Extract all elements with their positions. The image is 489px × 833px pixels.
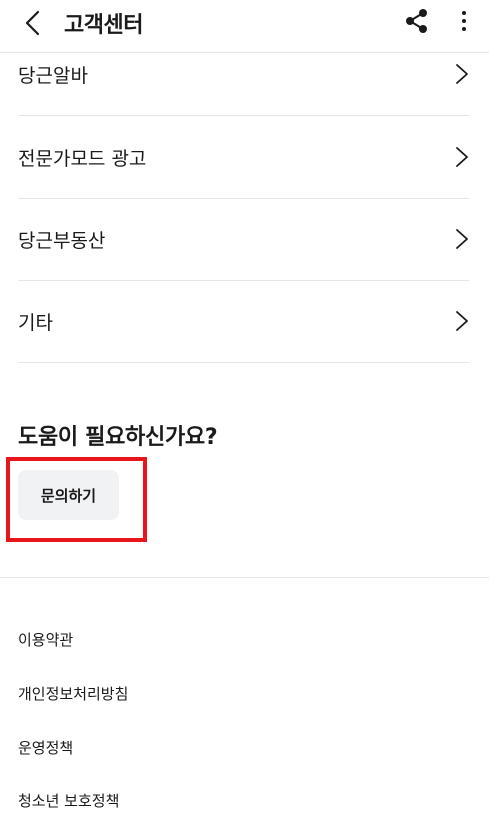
section-divider — [0, 577, 489, 578]
chevron-right-icon — [456, 64, 468, 84]
chevron-right-icon — [456, 229, 468, 249]
chevron-right-icon — [456, 147, 468, 167]
footer-link-youth-protection[interactable]: 청소년 보호정책 — [18, 790, 119, 811]
menu-item-danggeun-alba[interactable]: 당근알바 — [18, 33, 469, 116]
more-vertical-icon — [462, 11, 466, 31]
footer-link-terms[interactable]: 이용약관 — [18, 629, 73, 650]
menu-item-real-estate[interactable]: 당근부동산 — [18, 198, 469, 281]
menu-item-label: 당근부동산 — [18, 230, 106, 252]
more-options-button[interactable] — [452, 6, 476, 36]
share-icon — [406, 9, 427, 33]
menu-item-label: 기타 — [18, 312, 53, 334]
menu-item-other[interactable]: 기타 — [18, 280, 469, 363]
footer-link-operation-policy[interactable]: 운영정책 — [18, 737, 73, 758]
chevron-right-icon — [456, 311, 468, 331]
menu-item-label: 전문가모드 광고 — [18, 148, 147, 170]
menu-item-label: 당근알바 — [18, 65, 88, 87]
share-button[interactable] — [402, 6, 432, 36]
menu-item-expert-ads[interactable]: 전문가모드 광고 — [18, 116, 469, 199]
footer-link-privacy-policy[interactable]: 개인정보처리방침 — [18, 683, 128, 704]
help-section-title: 도움이 필요하신가요? — [18, 425, 218, 450]
inquiry-button[interactable]: 문의하기 — [18, 470, 119, 520]
